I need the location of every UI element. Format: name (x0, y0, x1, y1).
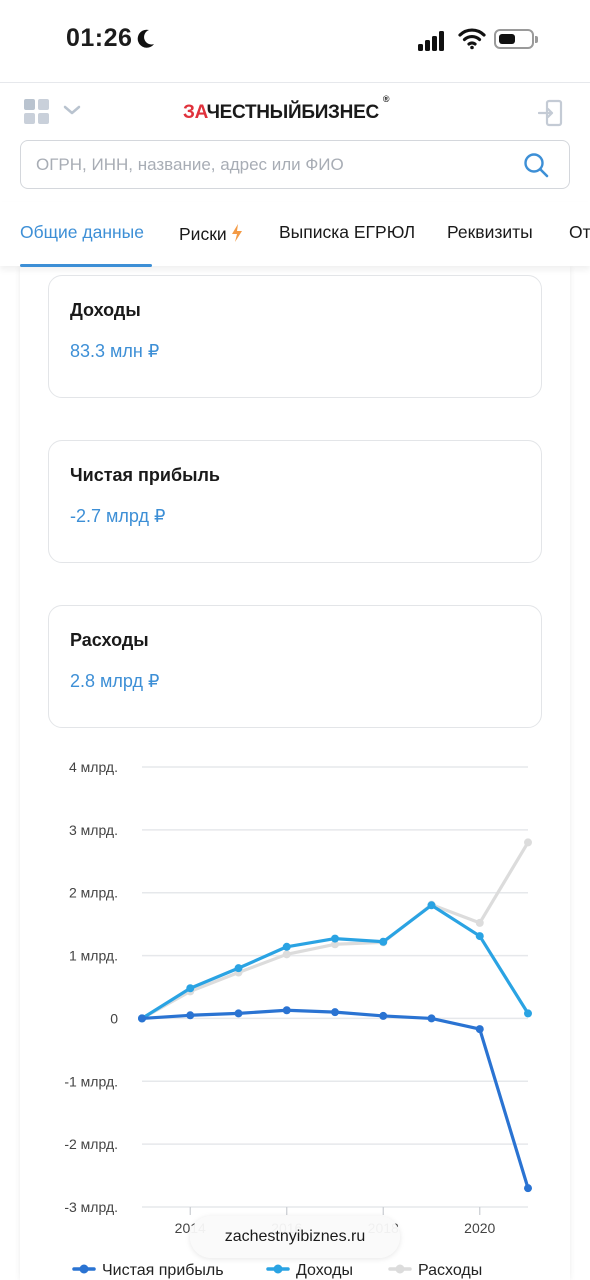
wifi-icon (458, 28, 486, 50)
y-tick-label: -1 млрд. (64, 1073, 118, 1089)
tab-risks[interactable]: Риски (179, 222, 243, 245)
data-point (475, 932, 484, 941)
data-point (524, 838, 532, 847)
apps-grid-icon[interactable] (24, 99, 50, 125)
financials-line-chart: 4 млрд. 3 млрд. 2 млрд. 1 млрд. 0 -1 млрд. -2 … (64, 759, 532, 1279)
tab-egrul-extract[interactable]: Выписка ЕГРЮЛ (279, 222, 415, 243)
data-point (427, 1014, 436, 1023)
chevron-down-icon[interactable] (62, 103, 82, 117)
data-point (427, 901, 436, 910)
card-value: -2.7 млрд ₽ (70, 506, 166, 526)
data-point (234, 1009, 243, 1018)
card-title: Доходы (70, 300, 141, 320)
battery-icon (494, 29, 538, 49)
net-profit-card: Чистая прибыль -2.7 млрд ₽ (48, 440, 542, 563)
data-point (138, 1014, 146, 1023)
data-point (234, 964, 243, 973)
legend-marker (79, 1264, 89, 1274)
data-point (282, 950, 291, 959)
data-point (186, 984, 195, 993)
data-point (331, 1008, 339, 1017)
data-point (524, 1184, 532, 1193)
data-point (379, 937, 388, 946)
data-point (524, 1009, 532, 1018)
data-point (379, 1011, 388, 1020)
y-tick-label: -3 млрд. (64, 1199, 118, 1215)
tab-requisites[interactable]: Реквизиты (447, 222, 533, 243)
data-point (282, 1006, 291, 1015)
y-tick-label: 4 млрд. (69, 759, 118, 775)
search-input[interactable]: ОГРН, ИНН, название, адрес или ФИО (20, 140, 570, 189)
tab-reports[interactable]: От (569, 222, 590, 243)
legend-label: Доходы (296, 1262, 353, 1279)
income-card: Доходы 83.3 млн ₽ (48, 275, 542, 398)
login-icon[interactable] (538, 99, 564, 127)
logo[interactable]: ЗАЧЕСТНЫЙБИЗНЕС® (183, 94, 390, 124)
cellular-signal-icon (418, 29, 450, 51)
legend-label: Чистая прибыль (102, 1262, 224, 1279)
data-point (331, 934, 339, 943)
y-tick-label: 1 млрд. (69, 948, 118, 964)
card-value: 83.3 млн ₽ (70, 341, 160, 361)
series-line (141, 1008, 530, 1189)
app-header: ЗАЧЕСТНЫЙБИЗНЕС® ОГРН, ИНН, название, ад… (0, 82, 590, 202)
card-value: 2.8 млрд ₽ (70, 671, 160, 691)
legend-label: Расходы (418, 1262, 482, 1279)
y-tick-label: 3 млрд. (69, 822, 118, 838)
data-point (475, 918, 484, 927)
card-title: Расходы (70, 630, 149, 650)
data-point (282, 942, 291, 951)
lightning-icon (231, 224, 242, 242)
data-point (186, 1011, 195, 1020)
y-tick-label: 0 (110, 1010, 118, 1026)
card-title: Чистая прибыль (70, 465, 220, 485)
tab-general[interactable]: Общие данные (20, 222, 144, 243)
expenses-card: Расходы 2.8 млрд ₽ (48, 605, 542, 728)
search-icon[interactable] (523, 152, 549, 178)
series-line (141, 903, 530, 1020)
moon-icon (137, 29, 154, 48)
y-tick-label: 2 млрд. (69, 885, 118, 901)
tab-bar: Общие данные Риски Выписка ЕГРЮЛ Реквизи… (0, 202, 590, 267)
status-time: 01:26 (66, 24, 133, 52)
y-tick-label: -2 млрд. (64, 1136, 118, 1152)
active-tab-indicator (20, 264, 152, 267)
url-bar[interactable]: zachestnyibiznes.ru (190, 1216, 400, 1258)
x-tick-label: 2020 (464, 1220, 495, 1236)
search-placeholder: ОГРН, ИНН, название, адрес или ФИО (36, 155, 344, 174)
data-point (475, 1025, 484, 1034)
legend-marker (395, 1264, 405, 1274)
legend-marker (273, 1264, 283, 1274)
status-bar: 01:26 (0, 0, 590, 82)
